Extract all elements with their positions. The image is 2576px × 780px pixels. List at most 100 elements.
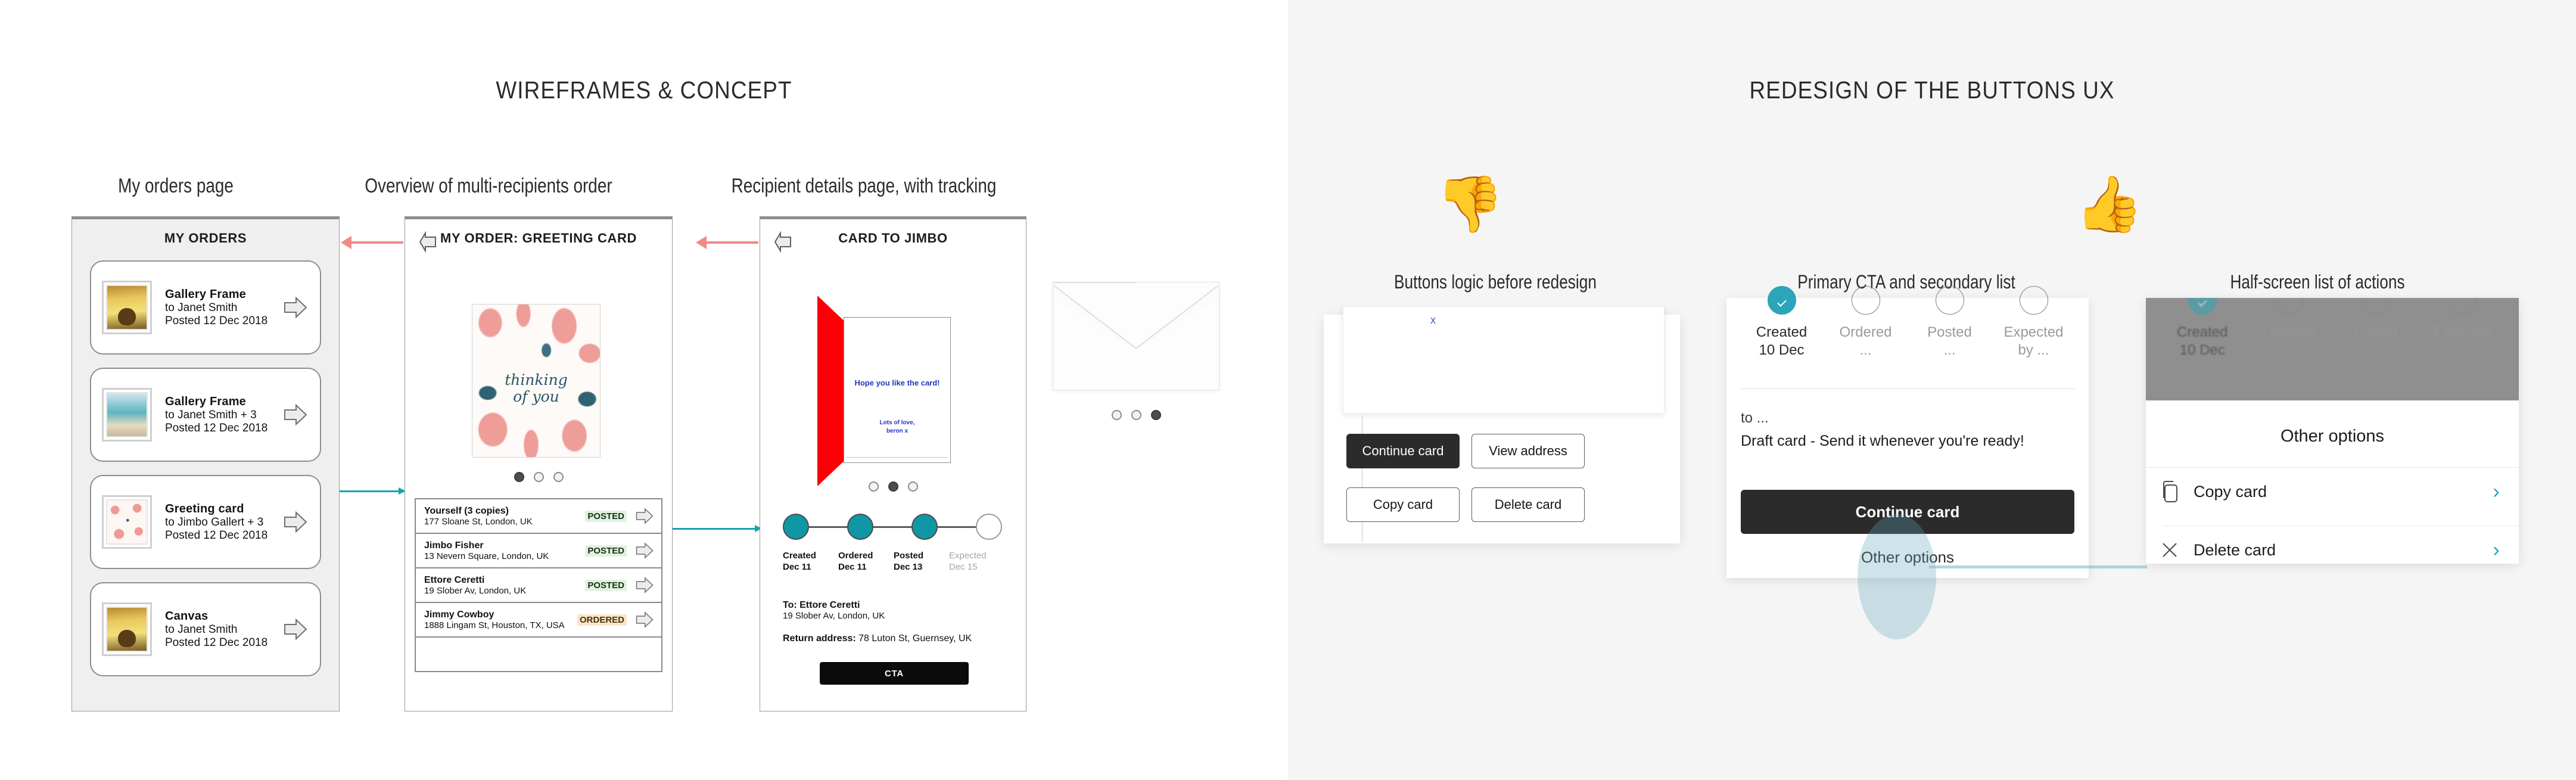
delivery-to: To: Ettore Ceretti	[783, 600, 860, 610]
chevron-right-icon[interactable]	[635, 542, 654, 560]
order-thumbnail	[102, 388, 152, 442]
wireframe-order-overview: MY ORDER: GREETING CARD thinking of you …	[405, 216, 673, 711]
recipient-name: Yourself (3 copies)	[424, 505, 509, 516]
frame1-title: MY ORDERS	[164, 231, 247, 246]
step-circle-icon	[2019, 286, 2048, 315]
order-stepper-dimmed: Created 10 Dec Ordered ... Posted ... Ex…	[2146, 298, 2519, 389]
chevron-right-icon[interactable]	[283, 617, 308, 641]
caption-my-orders-page: My orders page	[118, 175, 234, 197]
close-icon[interactable]: x	[1430, 314, 1436, 327]
chevron-right-icon[interactable]	[635, 611, 654, 629]
tracking-label: Expected	[949, 551, 987, 561]
order-date: Posted 12 Dec 2018	[165, 636, 268, 649]
recipient-address: 177 Sloane St, London, UK	[424, 516, 533, 527]
carousel-dot[interactable]	[1150, 410, 1161, 420]
carousel-dots[interactable]	[405, 472, 672, 482]
carousel-dot[interactable]	[888, 481, 898, 492]
table-row[interactable]: Jimmy Cowboy 1888 Lingam St, Houston, TX…	[415, 603, 662, 638]
step-circle-icon	[1935, 286, 1964, 315]
card-script-line-2: of you	[513, 387, 559, 405]
right-section-title: REDESIGN OF THE BUTTONS UX	[1749, 76, 2115, 104]
caption-order-overview: Overview of multi-recipients order	[365, 175, 612, 197]
step-posted: Posted ...	[1908, 286, 1992, 389]
step-label: Expected	[2003, 324, 2064, 340]
list-item[interactable]: Canvas to Janet Smith Posted 12 Dec 2018	[90, 582, 321, 676]
table-row[interactable]: Jimbo Fisher 13 Nevern Square, London, U…	[415, 534, 662, 568]
chevron-right-icon[interactable]	[635, 576, 654, 594]
step-posted: Posted ...	[2332, 298, 2419, 389]
order-thumbnail	[102, 602, 152, 656]
frame2-title: MY ORDER: GREETING CARD	[440, 231, 637, 246]
carousel-dot[interactable]	[1111, 410, 1122, 420]
tracking-label: Ordered	[838, 551, 873, 561]
carousel-dot[interactable]	[514, 472, 524, 482]
chevron-right-icon[interactable]: ›	[2474, 539, 2519, 562]
carousel-dot[interactable]	[533, 472, 544, 482]
recipients-table: Yourself (3 copies) 177 Sloane St, Londo…	[415, 498, 662, 672]
action-copy-card[interactable]: Copy card ›	[2146, 467, 2519, 516]
recipient-address: 13 Nevern Square, London, UK	[424, 551, 549, 561]
envelope-image	[1053, 282, 1219, 390]
copy-card-button[interactable]: Copy card	[1346, 487, 1460, 522]
mock-half-screen-actions: Created 10 Dec Ordered ... Posted ... Ex…	[2146, 298, 2519, 564]
order-date: Posted 12 Dec 2018	[165, 529, 268, 542]
step-sub: ...	[2283, 342, 2295, 359]
list-item[interactable]: Gallery Frame to Janet Smith + 3 Posted …	[90, 368, 321, 462]
flow-arrow-2	[696, 235, 758, 250]
recipient-name: Ettore Ceretti	[424, 574, 485, 585]
step-label: Ordered	[1839, 324, 1892, 340]
chevron-right-icon[interactable]: ›	[2474, 480, 2519, 504]
action-delete-card[interactable]: Delete card ›	[2146, 526, 2519, 574]
step-expected: Expected by ...	[1992, 286, 2076, 389]
step-circle-icon	[1851, 286, 1880, 315]
caption-half-screen: Half-screen list of actions	[2230, 271, 2405, 293]
chevron-right-icon[interactable]	[283, 510, 308, 534]
view-address-button[interactable]: View address	[1471, 434, 1585, 468]
return-address-label: Return address:	[783, 633, 856, 644]
caption-buttons-before: Buttons logic before redesign	[1394, 271, 1597, 293]
highlight-connector-line	[1929, 565, 2147, 568]
frame3-title: CARD TO JIMBO	[838, 231, 948, 246]
step-label: Posted	[1927, 324, 1972, 340]
tracking-date: Dec 13	[894, 561, 923, 572]
order-recipient: to Janet Smith + 3	[165, 408, 257, 421]
step-sub: ...	[1943, 342, 1956, 359]
table-row[interactable]: Ettore Ceretti 19 Slober Av, London, UK …	[415, 568, 662, 603]
carousel-dot[interactable]	[553, 472, 564, 482]
step-created: Created 10 Dec	[2159, 298, 2246, 389]
cta-button[interactable]: CTA	[820, 662, 969, 685]
carousel-dot[interactable]	[868, 481, 879, 492]
chevron-right-icon[interactable]	[283, 296, 308, 319]
status-badge: ORDERED	[577, 614, 627, 626]
carousel-dots[interactable]	[760, 481, 1026, 492]
step-label: Expected	[2432, 324, 2493, 340]
card-preview-panel: x	[1343, 306, 1665, 414]
order-thumbnail	[102, 281, 152, 334]
recipient-address: 1888 Lingam St, Houston, TX, USA	[424, 620, 565, 630]
carousel-dots[interactable]	[1053, 410, 1219, 420]
order-date: Posted 12 Dec 2018	[165, 314, 268, 327]
caption-recipient-details: Recipient details page, with tracking	[731, 175, 997, 197]
chevron-right-icon[interactable]	[283, 403, 308, 427]
list-item[interactable]: Gallery Frame to Janet Smith Posted 12 D…	[90, 260, 321, 355]
card-script-line-1: thinking	[505, 371, 568, 389]
order-name: Greeting card	[165, 502, 244, 515]
table-row[interactable]: Yourself (3 copies) 177 Sloane St, Londo…	[415, 499, 662, 534]
carousel-dot[interactable]	[1131, 410, 1141, 420]
list-item[interactable]: Greeting card to Jimbo Gallert + 3 Poste…	[90, 475, 321, 569]
chevron-right-icon[interactable]	[635, 507, 654, 525]
carousel-dot[interactable]	[907, 481, 918, 492]
delete-card-button[interactable]: Delete card	[1471, 487, 1585, 522]
tracking-node-created	[783, 514, 809, 540]
recipient-placeholder: to ...	[1741, 410, 1769, 426]
action-label: Copy card	[2194, 482, 2267, 501]
order-name: Gallery Frame	[165, 287, 247, 301]
dimmed-background: Created 10 Dec Ordered ... Posted ... Ex…	[2146, 298, 2519, 400]
recipient-address: 19 Slober Av, London, UK	[424, 585, 527, 596]
recipient-name: Jimmy Cowboy	[424, 609, 494, 620]
tracking-label: Posted	[894, 551, 924, 561]
continue-card-button[interactable]: Continue card	[1346, 434, 1460, 468]
tracking-node-posted	[911, 514, 938, 540]
recipient-name: Jimbo Fisher	[424, 540, 484, 551]
card-inner-page: Hope you like the card! Lots of love, be…	[844, 317, 951, 463]
